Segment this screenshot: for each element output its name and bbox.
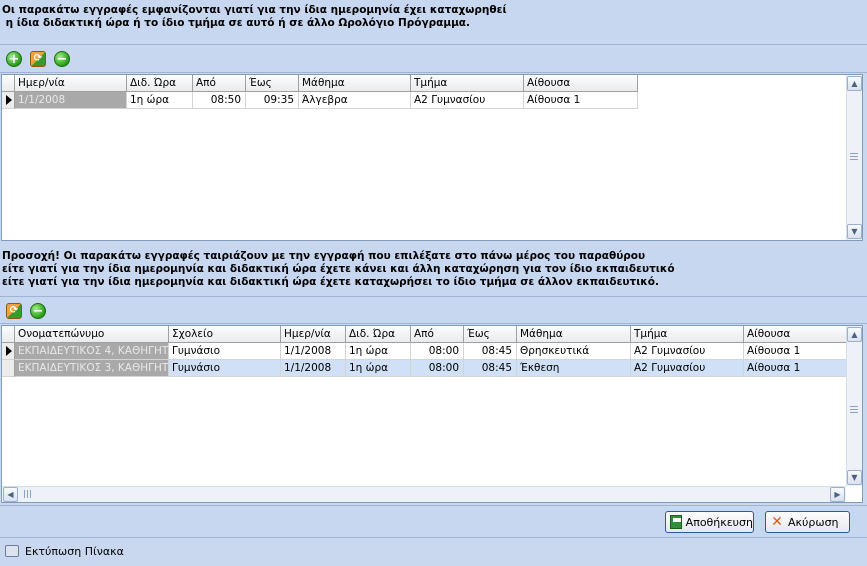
vertical-scrollbar-top[interactable]: ▲ ▼ (846, 75, 862, 240)
cell[interactable]: ΕΚΠΑΙΔΕΥΤΙΚΟΣ 3, ΚΑΘΗΓΗΤΗΣ (15, 360, 169, 377)
row-indicator (2, 92, 15, 109)
cell[interactable]: 1/1/2008 (281, 360, 346, 377)
save-icon (670, 515, 682, 529)
table-row[interactable]: ΕΚΠΑΙΔΕΥΤΙΚΟΣ 3, ΚΑΘΗΓΗΤΗΣ Γυμνάσιο 1/1/… (2, 360, 847, 377)
toolbar-bottom: ⟳ − (0, 297, 867, 324)
grid-bottom-header: Ονοματεπώνυμο Σχολείο Ημερ/νία Διδ. Ώρα … (2, 326, 847, 343)
grid-top: Ημερ/νία Διδ. Ώρα Από Έως Μάθημα Τμήμα Α… (1, 74, 863, 241)
horizontal-scrollbar[interactable]: ◀ ▶ (2, 486, 846, 502)
row-indicator (2, 360, 15, 377)
save-button-label: Αποθήκευση (685, 515, 753, 529)
scroll-up-icon[interactable]: ▲ (847, 327, 862, 342)
col-header[interactable]: Τμήμα (631, 326, 744, 343)
scroll-right-icon[interactable]: ▶ (830, 487, 845, 502)
cancel-button-label: Ακύρωση (788, 515, 839, 529)
col-header[interactable]: Αίθουσα (524, 75, 638, 92)
scroll-up-icon[interactable]: ▲ (847, 76, 862, 91)
top-message: Οι παρακάτω εγγραφές εμφανίζονται γιατί … (0, 0, 867, 45)
cell[interactable]: Α2 Γυμνασίου (631, 360, 744, 377)
cell[interactable]: 1/1/2008 (15, 92, 127, 109)
col-header[interactable]: Αίθουσα (744, 326, 847, 343)
cell[interactable]: 1η ώρα (127, 92, 193, 109)
cell[interactable]: 1η ώρα (346, 343, 411, 360)
cell[interactable]: 08:00 (411, 343, 464, 360)
grid-bottom: Ονοματεπώνυμο Σχολείο Ημερ/νία Διδ. Ώρα … (1, 325, 863, 503)
scroll-grip-icon (24, 490, 32, 498)
col-header[interactable]: Τμήμα (411, 75, 524, 92)
cell[interactable]: 08:45 (464, 343, 517, 360)
scroll-grip-icon (850, 153, 858, 161)
refresh-icon[interactable]: ⟳ (30, 51, 46, 67)
cell[interactable]: Θρησκευτικά (517, 343, 631, 360)
col-header[interactable]: Από (411, 326, 464, 343)
col-header[interactable]: Ημερ/νία (281, 326, 346, 343)
print-table-label: Εκτύπωση Πίνακα (25, 544, 124, 558)
vertical-scrollbar-bottom[interactable]: ▲ ▼ (846, 326, 862, 486)
row-indicator (2, 343, 15, 360)
cancel-icon: ✕ (771, 514, 783, 530)
col-header[interactable]: Ονοματεπώνυμο (15, 326, 169, 343)
add-icon[interactable]: + (6, 51, 22, 67)
cell[interactable]: ΕΚΠΑΙΔΕΥΤΙΚΟΣ 4, ΚΑΘΗΓΗΤΗΣ (15, 343, 169, 360)
cell[interactable]: Έκθεση (517, 360, 631, 377)
cell[interactable]: Αίθουσα 1 (744, 343, 847, 360)
refresh-icon[interactable]: ⟳ (6, 303, 22, 319)
cell[interactable]: 1/1/2008 (281, 343, 346, 360)
col-header[interactable]: Διδ. Ώρα (127, 75, 193, 92)
col-header[interactable]: Ημερ/νία (15, 75, 127, 92)
col-header[interactable]: Διδ. Ώρα (346, 326, 411, 343)
col-header[interactable]: Μάθημα (299, 75, 411, 92)
cell[interactable]: Α2 Γυμνασίου (631, 343, 744, 360)
toolbar-top: + ⟳ − (0, 45, 867, 73)
cell[interactable]: Γυμνάσιο (169, 360, 281, 377)
scroll-down-icon[interactable]: ▼ (847, 470, 862, 485)
grid-top-header: Ημερ/νία Διδ. Ώρα Από Έως Μάθημα Τμήμα Α… (2, 75, 638, 92)
cell[interactable]: Άλγεβρα (299, 92, 411, 109)
cell[interactable]: Γυμνάσιο (169, 343, 281, 360)
cell[interactable]: 09:35 (246, 92, 299, 109)
table-row[interactable]: 1/1/2008 1η ώρα 08:50 09:35 Άλγεβρα Α2 Γ… (2, 92, 638, 109)
cancel-button[interactable]: ✕ Ακύρωση (765, 511, 850, 533)
cell[interactable]: 1η ώρα (346, 360, 411, 377)
col-header[interactable]: Έως (464, 326, 517, 343)
row-indicator-header (2, 326, 15, 343)
scroll-grip-icon (850, 406, 858, 414)
row-indicator-header (2, 75, 15, 92)
cell[interactable]: 08:00 (411, 360, 464, 377)
print-table-link[interactable]: Εκτύπωση Πίνακα (5, 542, 124, 560)
col-header[interactable]: Μάθημα (517, 326, 631, 343)
cell[interactable]: Α2 Γυμνασίου (411, 92, 524, 109)
cell[interactable]: 08:45 (464, 360, 517, 377)
col-header[interactable]: Από (193, 75, 246, 92)
remove-icon[interactable]: − (30, 303, 46, 319)
cell[interactable]: Αίθουσα 1 (744, 360, 847, 377)
table-row[interactable]: ΕΚΠΑΙΔΕΥΤΙΚΟΣ 4, ΚΑΘΗΓΗΤΗΣ Γυμνάσιο 1/1/… (2, 343, 847, 360)
save-button[interactable]: Αποθήκευση (665, 511, 754, 533)
scroll-left-icon[interactable]: ◀ (3, 487, 18, 502)
cell[interactable]: Αίθουσα 1 (524, 92, 638, 109)
col-header[interactable]: Σχολείο (169, 326, 281, 343)
scroll-down-icon[interactable]: ▼ (847, 224, 862, 239)
remove-icon[interactable]: − (54, 51, 70, 67)
cell[interactable]: 08:50 (193, 92, 246, 109)
warning-message: Προσοχή! Οι παρακάτω εγγραφές ταιριάζουν… (0, 247, 867, 297)
print-icon (5, 545, 19, 557)
col-header[interactable]: Έως (246, 75, 299, 92)
